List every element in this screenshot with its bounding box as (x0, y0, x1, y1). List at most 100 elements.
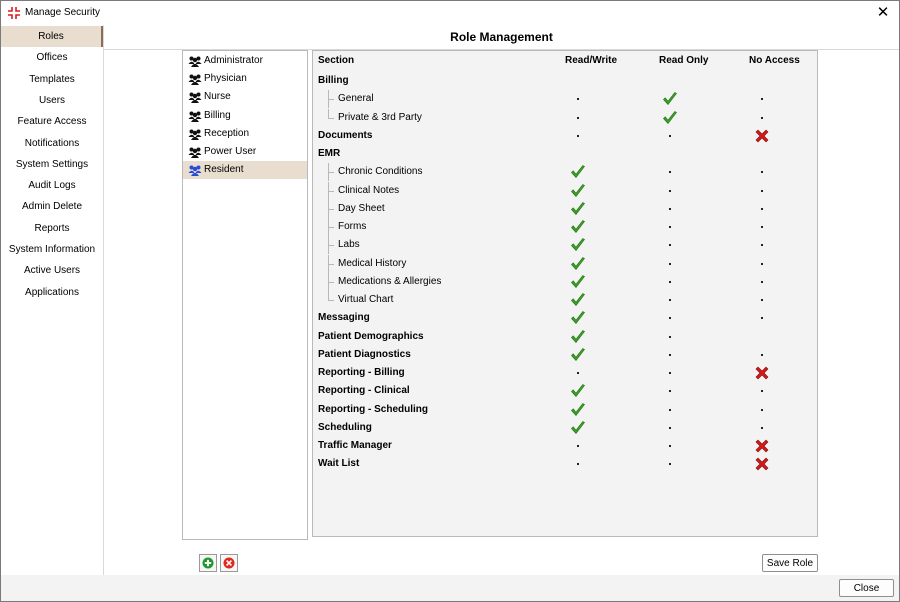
read-write-cell[interactable] (566, 291, 590, 309)
read-write-cell[interactable] (566, 127, 590, 145)
role-item-administrator[interactable]: Administrator (183, 52, 307, 70)
users-group-icon (188, 56, 202, 67)
section-label: Day Sheet (338, 202, 385, 214)
no-access-cell[interactable] (750, 109, 774, 127)
header-read-write: Read/Write (565, 55, 618, 66)
no-access-cell[interactable] (750, 127, 774, 145)
sidebar-item-audit-logs[interactable]: Audit Logs (1, 175, 103, 196)
unselected-dot (761, 207, 763, 210)
unselected-dot (669, 353, 671, 356)
tree-branch (328, 117, 334, 119)
permission-row: Reporting - Clinical (313, 382, 817, 400)
read-only-cell[interactable] (658, 273, 682, 291)
sidebar-item-applications[interactable]: Applications (1, 282, 103, 303)
add-role-button[interactable] (199, 554, 217, 572)
read-write-cell[interactable] (566, 419, 590, 437)
no-access-cell[interactable] (750, 200, 774, 218)
read-only-cell[interactable] (658, 163, 682, 181)
remove-role-button[interactable] (220, 554, 238, 572)
sidebar-item-users[interactable]: Users (1, 90, 103, 111)
sidebar-item-system-information[interactable]: System Information (1, 239, 103, 260)
read-write-cell[interactable] (566, 364, 590, 382)
sidebar-item-templates[interactable]: Templates (1, 69, 103, 90)
read-write-cell[interactable] (566, 90, 590, 108)
unselected-dot (577, 134, 579, 137)
no-access-cell[interactable] (750, 455, 774, 473)
unselected-dot (669, 244, 671, 247)
unselected-dot (669, 134, 671, 137)
read-write-cell[interactable] (566, 109, 590, 127)
close-button[interactable]: Close (839, 579, 894, 597)
no-access-cell[interactable] (750, 182, 774, 200)
sidebar-item-system-settings[interactable]: System Settings (1, 154, 103, 175)
read-write-cell[interactable] (566, 346, 590, 364)
read-only-cell[interactable] (658, 455, 682, 473)
no-access-cell[interactable] (750, 291, 774, 309)
read-write-cell[interactable] (566, 182, 590, 200)
read-write-cell[interactable] (566, 255, 590, 273)
read-write-cell[interactable] (566, 328, 590, 346)
read-write-cell[interactable] (566, 455, 590, 473)
sidebar-item-active-users[interactable]: Active Users (1, 260, 103, 281)
save-role-button[interactable]: Save Role (762, 554, 818, 572)
sidebar-item-admin-delete[interactable]: Admin Delete (1, 196, 103, 217)
read-write-cell[interactable] (566, 200, 590, 218)
section-label: Billing (318, 75, 349, 86)
read-only-cell[interactable] (658, 255, 682, 273)
role-item-nurse[interactable]: Nurse (183, 88, 307, 106)
read-write-cell[interactable] (566, 309, 590, 327)
read-only-cell[interactable] (658, 218, 682, 236)
role-item-billing[interactable]: Billing (183, 107, 307, 125)
read-only-cell[interactable] (658, 291, 682, 309)
no-access-cell[interactable] (750, 163, 774, 181)
sidebar-item-notifications[interactable]: Notifications (1, 133, 103, 154)
no-access-cell[interactable] (750, 364, 774, 382)
settings-sidebar: Roles Offices Templates Users Feature Access… (1, 25, 104, 575)
sidebar-item-reports[interactable]: Reports (1, 218, 103, 239)
read-write-cell[interactable] (566, 236, 590, 254)
permissions-table: Section Read/Write Read Only No Access B… (312, 50, 818, 537)
read-write-cell[interactable] (566, 163, 590, 181)
read-only-cell[interactable] (658, 309, 682, 327)
role-item-power-user[interactable]: Power User (183, 143, 307, 161)
no-access-cell[interactable] (750, 419, 774, 437)
read-write-cell[interactable] (566, 437, 590, 455)
read-only-cell[interactable] (658, 401, 682, 419)
read-write-cell[interactable] (566, 218, 590, 236)
read-only-cell[interactable] (658, 437, 682, 455)
no-access-cell[interactable] (750, 90, 774, 108)
no-access-cell[interactable] (750, 273, 774, 291)
read-only-cell[interactable] (658, 200, 682, 218)
no-access-cell[interactable] (750, 236, 774, 254)
no-access-cell[interactable] (750, 437, 774, 455)
role-item-resident[interactable]: Resident (183, 161, 307, 180)
sidebar-item-feature-access[interactable]: Feature Access (1, 111, 103, 132)
no-access-cell[interactable] (750, 218, 774, 236)
sidebar-item-roles[interactable]: Roles (1, 26, 103, 47)
read-write-cell[interactable] (566, 382, 590, 400)
read-write-cell[interactable] (566, 273, 590, 291)
no-access-cell[interactable] (750, 382, 774, 400)
read-only-cell[interactable] (658, 346, 682, 364)
read-only-cell[interactable] (658, 182, 682, 200)
read-only-cell[interactable] (658, 90, 682, 108)
no-access-cell[interactable] (750, 255, 774, 273)
read-only-cell[interactable] (658, 382, 682, 400)
read-only-cell[interactable] (658, 328, 682, 346)
role-item-physician[interactable]: Physician (183, 70, 307, 88)
read-only-cell[interactable] (658, 364, 682, 382)
roles-list[interactable]: Administrator Physician Nurse Billing Re… (182, 50, 308, 540)
read-only-cell[interactable] (658, 419, 682, 437)
sidebar-item-offices[interactable]: Offices (1, 47, 103, 68)
window-close-icon[interactable]: ✕ (873, 3, 893, 23)
no-access-cell[interactable] (750, 401, 774, 419)
unselected-dot (761, 226, 763, 228)
role-item-reception[interactable]: Reception (183, 125, 307, 143)
read-only-cell[interactable] (658, 127, 682, 145)
no-access-cell[interactable] (750, 309, 774, 327)
read-only-cell[interactable] (658, 236, 682, 254)
no-access-cell[interactable] (750, 346, 774, 364)
manage-security-window: Manage Security ✕ Roles Offices Templates U… (0, 0, 900, 602)
read-only-cell[interactable] (658, 109, 682, 127)
read-write-cell[interactable] (566, 401, 590, 419)
